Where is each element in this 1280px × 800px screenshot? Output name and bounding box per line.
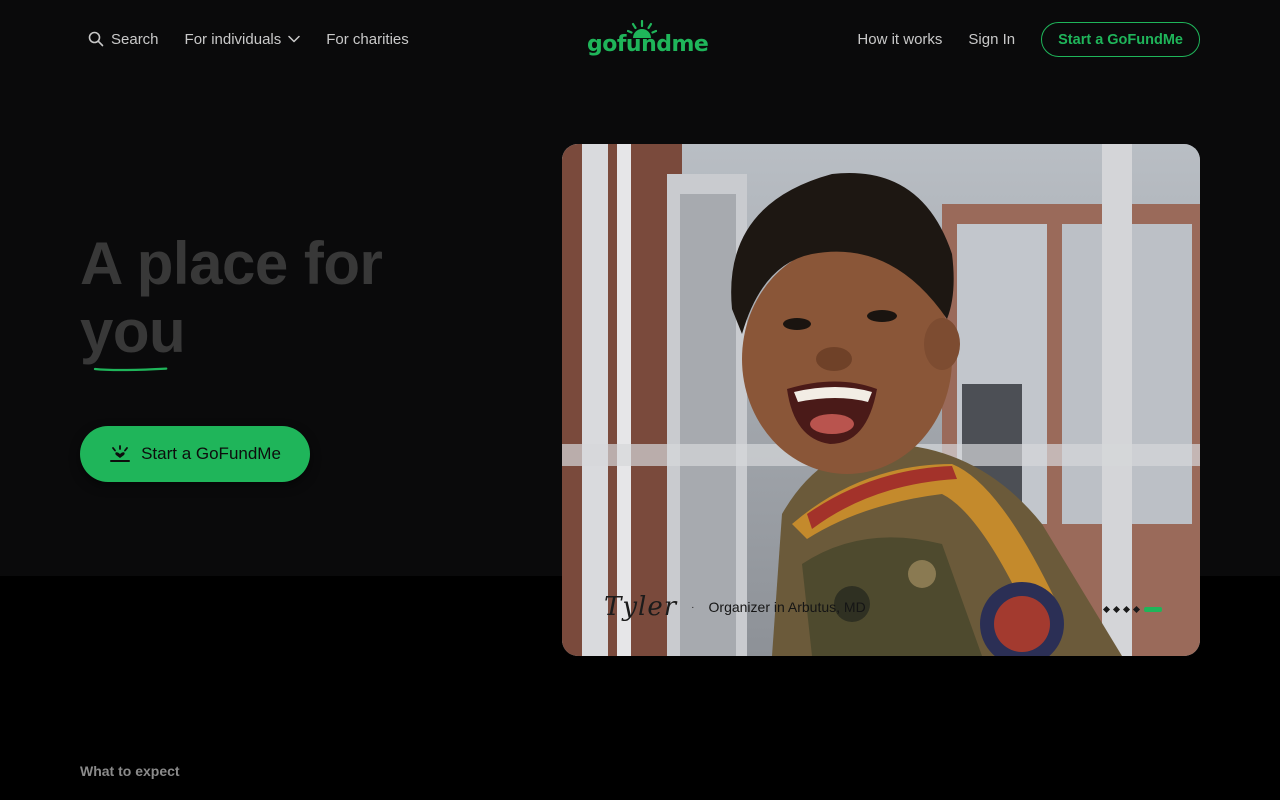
organizer-caption: Organizer in Arbutus, MD	[708, 599, 866, 615]
title-underline	[93, 367, 168, 372]
hero-photo: Tyler · Organizer in Arbutus, MD	[562, 144, 1200, 656]
site-header: Search For individuals For charities gof…	[0, 0, 1280, 80]
caption-separator: ·	[691, 601, 695, 613]
section-heading: What to expect	[80, 763, 180, 779]
hero-start-button[interactable]: Start a GoFundMe	[80, 426, 310, 482]
secondary-nav: How it works Sign In Start a GoFundMe	[857, 22, 1200, 57]
gofundme-logo[interactable]: gofundme	[587, 20, 709, 60]
primary-nav: Search For individuals For charities	[88, 28, 409, 50]
header-start-label: Start a GoFundMe	[1058, 31, 1183, 48]
for-charities-label: For charities	[326, 30, 409, 48]
for-individuals-label: For individuals	[184, 30, 282, 48]
slide-indicators	[1102, 605, 1162, 614]
slide-indicator-1[interactable]	[1102, 605, 1111, 614]
slide-indicator-active[interactable]	[1144, 607, 1162, 612]
search-icon	[88, 31, 104, 47]
organizer-photo	[562, 144, 1200, 656]
for-individuals-menu[interactable]: For individuals	[185, 28, 301, 50]
slide-indicator-3[interactable]	[1122, 605, 1131, 614]
slide-indicator-4[interactable]	[1132, 605, 1141, 614]
search-link[interactable]: Search	[88, 28, 159, 50]
sign-in-link[interactable]: Sign In	[968, 31, 1015, 48]
header-start-button[interactable]: Start a GoFundMe	[1041, 22, 1200, 57]
for-charities-link[interactable]: For charities	[326, 28, 409, 50]
search-label: Search	[111, 30, 159, 48]
heart-hand-icon	[110, 445, 131, 462]
photo-caption: Tyler · Organizer in Arbutus, MD	[604, 592, 866, 622]
organizer-signature: Tyler	[604, 592, 678, 622]
hero-title-line1: A place for	[80, 230, 383, 297]
slide-indicator-2[interactable]	[1112, 605, 1121, 614]
logo-text: gofundme	[587, 32, 709, 57]
how-it-works-link[interactable]: How it works	[857, 31, 942, 48]
hero-start-label: Start a GoFundMe	[141, 444, 281, 463]
chevron-down-icon	[288, 35, 300, 43]
hero-title-line2: you	[80, 298, 186, 365]
hero-title: A place for you	[80, 230, 383, 366]
